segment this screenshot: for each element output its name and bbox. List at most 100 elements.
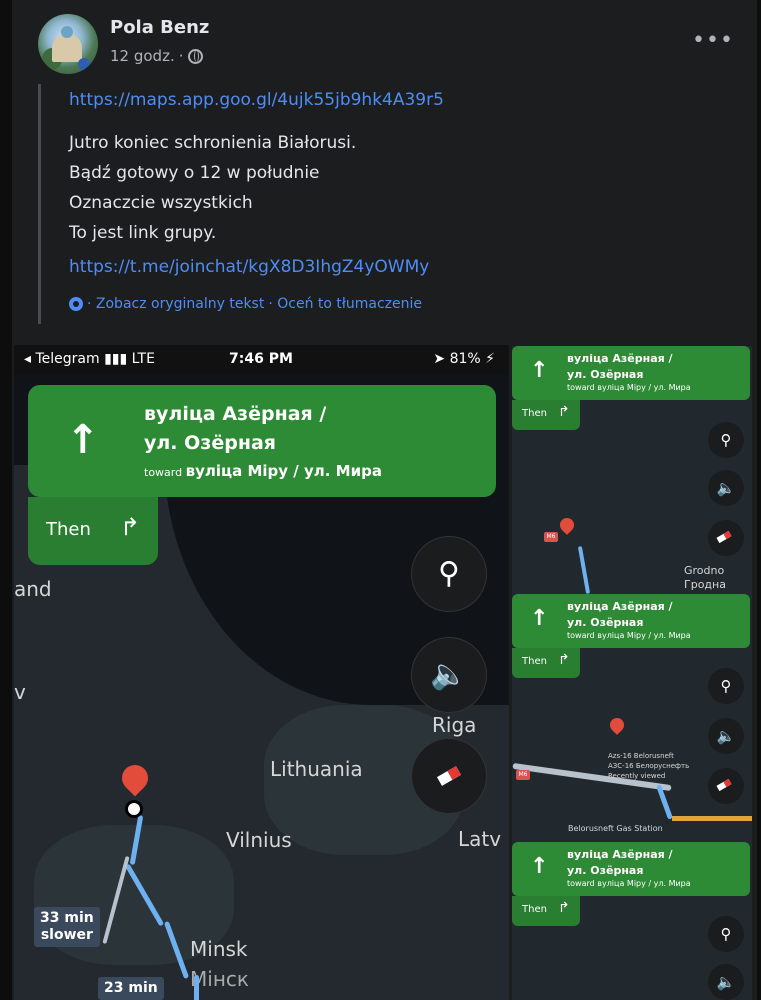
navigation-card: ↑ вуліца Азёрная / ул. Озёрная toward ву… — [28, 385, 496, 497]
map-label: Recently viewed — [608, 772, 666, 780]
maps-link[interactable]: https://maps.app.goo.gl/4ujk55jb9hk4A39r… — [69, 90, 444, 110]
author-avatar[interactable] — [38, 14, 98, 74]
status-time: 7:46 PM — [229, 351, 293, 367]
route-line — [577, 546, 591, 594]
map-label: Vilnius — [226, 828, 292, 852]
nav-toward: toward вуліца Міру / ул. Мира — [567, 631, 691, 640]
map-label: Latv — [458, 827, 502, 851]
then-label: Then — [522, 656, 547, 667]
badge-note: slower — [40, 927, 93, 943]
badge-time: 33 min — [40, 910, 94, 926]
translation-quote-bar — [38, 84, 41, 324]
main-map-screenshot[interactable]: ◂ Telegram ▮▮▮ LTE 7:46 PM ➤ 81% ⚡ ↑ вул… — [14, 345, 509, 1000]
alt-route-badge[interactable]: 33 min slower — [34, 907, 100, 947]
sound-button[interactable]: 🔈 — [412, 638, 486, 712]
small-screenshot[interactable]: ↑ вуліца Азёрная / ул. Озёрная toward ву… — [512, 346, 752, 594]
search-icon: ⚲ — [438, 556, 460, 591]
nav-toward: toward вуліца Міру / ул. Мира — [567, 383, 691, 392]
straight-arrow-icon: ↑ — [530, 358, 549, 383]
author-name[interactable]: Pola Benz — [110, 17, 209, 38]
phone-status-bar: ◂ Telegram ▮▮▮ LTE 7:46 PM ➤ 81% ⚡ — [14, 345, 509, 375]
post-meta: 12 godz. · — [110, 47, 203, 65]
search-button[interactable]: ⚲ — [708, 422, 744, 458]
status-battery: ➤ 81% ⚡ — [433, 351, 495, 367]
search-button[interactable]: ⚲ — [412, 537, 486, 611]
sound-button[interactable]: 🔈 — [708, 718, 744, 754]
post-line: Jutro koniec schronienia Białorusi. — [69, 133, 357, 153]
right-border — [757, 0, 761, 1000]
turn-right-icon: ↱ — [558, 652, 570, 668]
road-badge: M6 — [516, 770, 530, 780]
telegram-link[interactable]: https://t.me/joinchat/kgX8D3IhgZ4yOWMy — [69, 257, 429, 277]
post-line: To jest link grupy. — [69, 223, 217, 243]
map-label: Grodno — [684, 564, 725, 577]
status-carrier: ◂ Telegram ▮▮▮ LTE — [24, 351, 155, 367]
map-label: Гродна — [684, 578, 726, 591]
map-label: Riga — [432, 713, 477, 737]
navigation-card: ↑ вуліца Азёрная / ул. Озёрная toward ву… — [512, 346, 750, 400]
nav-toward: toward вуліца Міру / ул. Мира — [144, 462, 382, 480]
nav-street-line1: вуліца Азёрная / — [567, 848, 673, 861]
avatar-badge — [78, 58, 90, 70]
alt-route-badge[interactable]: 23 min — [98, 977, 164, 1000]
rate-translation-link[interactable]: · Oceń to tłumaczenie — [268, 296, 422, 312]
navigation-card: ↑ вуліца Азёрная / ул. Озёрная toward ву… — [512, 842, 750, 896]
more-options-icon[interactable]: ••• — [692, 28, 734, 53]
small-screenshot[interactable]: ↑ вуліца Азёрная / ул. Озёрная toward ву… — [512, 594, 752, 842]
nav-street-line2: ул. Озёрная — [567, 616, 644, 629]
sound-button[interactable]: 🔈 — [708, 470, 744, 506]
road-badge: M6 — [544, 532, 558, 542]
straight-arrow-icon: ↑ — [530, 854, 549, 879]
origin-dot — [125, 800, 143, 818]
compass-button[interactable] — [708, 768, 744, 804]
then-label: Then — [522, 408, 547, 419]
straight-arrow-icon: ↑ — [66, 417, 100, 463]
globe-icon[interactable] — [187, 48, 203, 64]
location-pin-icon — [607, 715, 627, 735]
small-screenshot[interactable]: ↑ вуліца Азёрная / ул. Озёрная toward ву… — [512, 842, 752, 1000]
post-time[interactable]: 12 godz. — [110, 47, 175, 65]
turn-right-icon: ↱ — [120, 513, 141, 541]
search-button[interactable]: ⚲ — [708, 668, 744, 704]
sound-button[interactable]: 🔈 — [708, 964, 744, 1000]
see-original-link[interactable]: · Zobacz oryginalny tekst — [87, 296, 264, 312]
turn-right-icon: ↱ — [558, 404, 570, 420]
map-label: Lithuania — [270, 757, 363, 781]
post-line: Bądź gotowy o 12 w południe — [69, 163, 320, 183]
map-label: and — [14, 577, 52, 601]
then-turn-pill: Then ↱ — [512, 648, 580, 678]
nav-street-line1: вуліца Азёрная / — [567, 352, 673, 365]
toward-street: вуліца Міру / ул. Мира — [185, 462, 382, 480]
highway-line — [672, 816, 752, 821]
toward-prefix: toward — [144, 466, 183, 479]
facebook-post: Pola Benz 12 godz. · ••• https://maps.ap… — [0, 0, 761, 1000]
post-body: Jutro koniec schronienia Białorusi. Bądź… — [69, 128, 356, 248]
map-label: Minsk — [190, 937, 248, 961]
nav-street-line2: ул. Озёрная — [567, 368, 644, 381]
compass-icon — [436, 766, 462, 786]
meta-separator: · — [178, 47, 184, 65]
badge-time: 23 min — [104, 980, 158, 996]
compass-button[interactable] — [708, 520, 744, 556]
straight-arrow-icon: ↑ — [530, 606, 549, 631]
turn-right-icon: ↱ — [558, 900, 570, 916]
location-pin-icon — [116, 759, 154, 797]
compass-icon — [716, 778, 732, 792]
nav-street-line1: вуліца Азёрная / — [567, 600, 673, 613]
nav-street-line2: ул. Озёрная — [567, 864, 644, 877]
then-turn-pill: Then ↱ — [28, 497, 158, 565]
compass-button[interactable] — [412, 739, 486, 813]
gear-icon — [69, 297, 83, 311]
avatar-building — [52, 34, 82, 62]
map-label: Azs-16 Belorusneft — [608, 752, 674, 760]
post-line: Oznaczcie wszystkich — [69, 193, 253, 213]
translation-bar: · Zobacz oryginalny tekst · Oceń to tłum… — [69, 296, 422, 312]
nav-street-line1: вуліца Азёрная / — [144, 403, 327, 425]
map-label: АЗС-16 Белоруснефть — [608, 762, 690, 770]
search-button[interactable]: ⚲ — [708, 916, 744, 952]
map-label: Belorusneft Gas Station — [568, 824, 663, 833]
then-turn-pill: Then ↱ — [512, 896, 580, 926]
then-label: Then — [522, 904, 547, 915]
nav-street-line2: ул. Озёрная — [144, 432, 276, 454]
speaker-icon: 🔈 — [430, 657, 468, 692]
